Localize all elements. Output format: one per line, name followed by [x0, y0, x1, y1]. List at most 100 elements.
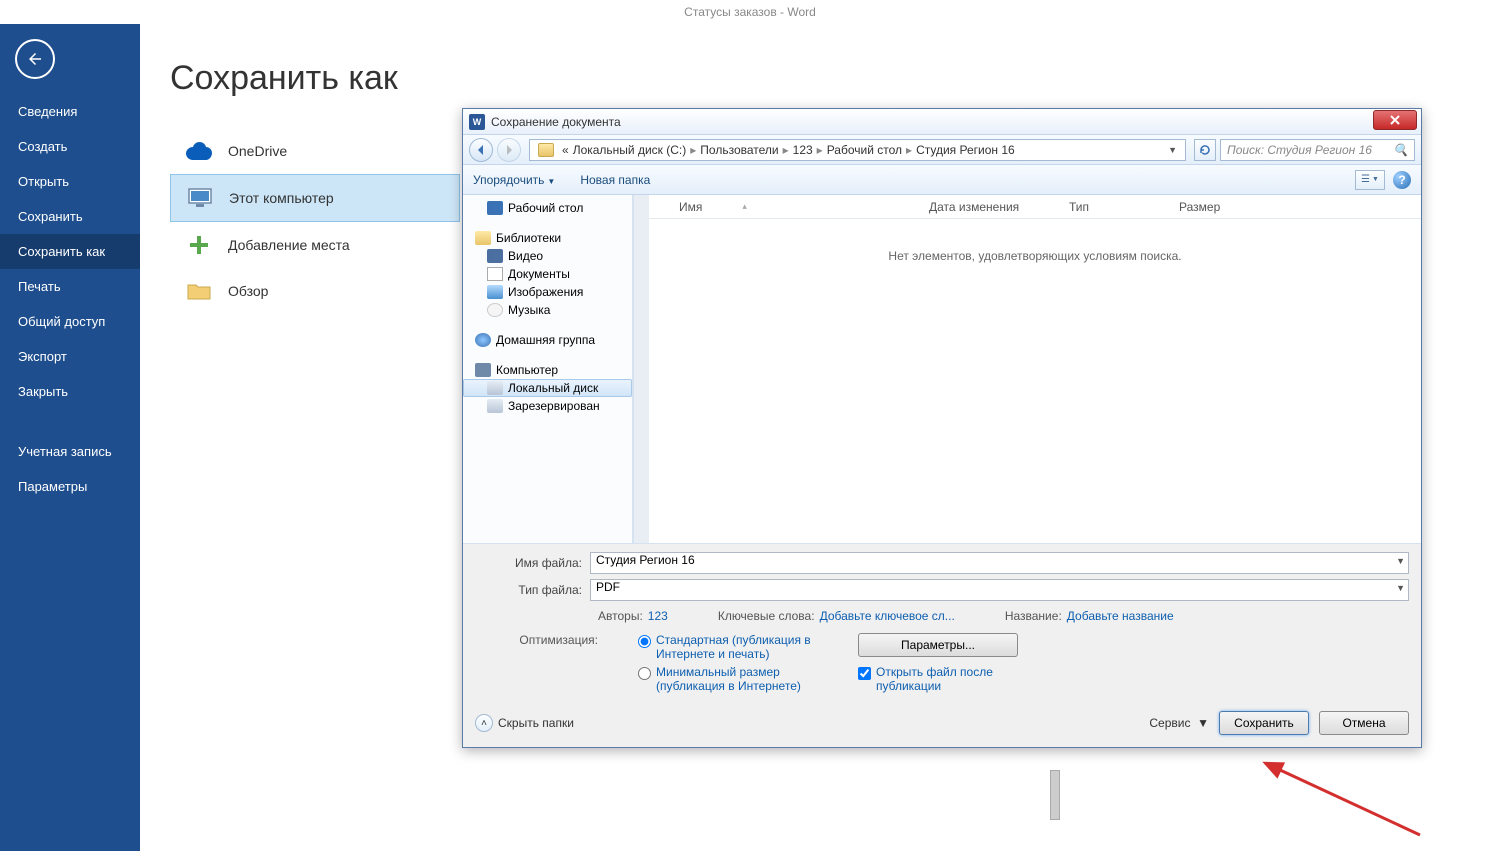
sidebar-item-print[interactable]: Печать — [0, 269, 140, 304]
sidebar-item-export[interactable]: Экспорт — [0, 339, 140, 374]
search-icon: 🔍 — [1393, 143, 1408, 157]
tree-item-local-disk[interactable]: Локальный диск — [463, 379, 632, 397]
save-button[interactable]: Сохранить — [1219, 711, 1309, 735]
breadcrumb-part[interactable]: Студия Регион 16 — [916, 143, 1015, 157]
tree-item-video[interactable]: Видео — [463, 247, 632, 265]
word-icon: W — [469, 114, 485, 130]
page-title: Сохранить как — [170, 59, 1500, 98]
breadcrumb-part[interactable]: Пользователи — [700, 143, 778, 157]
place-label: Этот компьютер — [229, 190, 334, 206]
cloud-icon — [185, 140, 213, 162]
arrow-right-icon — [503, 144, 515, 156]
breadcrumb-part[interactable]: Локальный диск (C:) — [573, 143, 687, 157]
sidebar-item-info[interactable]: Сведения — [0, 94, 140, 129]
document-icon — [487, 267, 503, 281]
file-list: Имя▴ Дата изменения Тип Размер Нет элеме… — [649, 195, 1421, 543]
close-button[interactable] — [1373, 110, 1417, 130]
keywords-label: Ключевые слова: — [718, 609, 815, 623]
tree-scrollbar[interactable] — [633, 195, 649, 543]
chevron-down-icon: ▼ — [1396, 583, 1405, 593]
nav-back-button[interactable] — [469, 138, 493, 162]
optimization-label: Оптимизация: — [505, 633, 598, 693]
refresh-button[interactable] — [1194, 139, 1216, 161]
breadcrumb-part[interactable]: 123 — [793, 143, 813, 157]
close-icon — [1389, 115, 1401, 125]
breadcrumb-part[interactable]: Рабочий стол — [827, 143, 902, 157]
keywords-value[interactable]: Добавьте ключевое сл... — [820, 609, 955, 623]
filename-input[interactable]: Студия Регион 16▼ — [590, 552, 1409, 574]
help-button[interactable]: ? — [1393, 171, 1411, 189]
authors-value[interactable]: 123 — [648, 609, 668, 623]
sidebar-item-save-as[interactable]: Сохранить как — [0, 234, 140, 269]
homegroup-icon — [475, 333, 491, 347]
disk-icon — [487, 381, 503, 395]
video-icon — [487, 249, 503, 263]
breadcrumb[interactable]: « Локальный диск (C:)▸ Пользователи▸ 123… — [529, 139, 1186, 161]
nav-forward-button[interactable] — [497, 138, 521, 162]
chevron-up-icon: ˄ — [475, 714, 493, 732]
tree-item-documents[interactable]: Документы — [463, 265, 632, 283]
tree-item-libraries[interactable]: Библиотеки — [463, 229, 632, 247]
tree-item-homegroup[interactable]: Домашняя группа — [463, 331, 632, 349]
column-headers[interactable]: Имя▴ Дата изменения Тип Размер — [649, 195, 1421, 219]
place-this-pc[interactable]: Этот компьютер — [170, 174, 460, 222]
authors-label: Авторы: — [598, 609, 643, 623]
sidebar-item-options[interactable]: Параметры — [0, 469, 140, 504]
plus-icon — [185, 234, 213, 256]
opt-min-radio[interactable]: Минимальный размер (публикация в Интерне… — [638, 665, 818, 693]
computer-icon — [475, 363, 491, 377]
sidebar-item-close[interactable]: Закрыть — [0, 374, 140, 409]
empty-message: Нет элементов, удовлетворяющих условиям … — [649, 249, 1421, 263]
tree-item-computer[interactable]: Компьютер — [463, 361, 632, 379]
arrow-left-icon — [475, 144, 487, 156]
opt-standard-radio[interactable]: Стандартная (публикация в Интернете и пе… — [638, 633, 818, 661]
sidebar-item-account[interactable]: Учетная запись — [0, 434, 140, 469]
filetype-label: Тип файла: — [475, 583, 590, 597]
image-icon — [487, 285, 503, 299]
service-dropdown[interactable]: Сервис ▼ — [1149, 716, 1209, 730]
dialog-title: Сохранение документа — [491, 115, 621, 129]
dialog-toolbar: Упорядочить▼ Новая папка ☰ ▼ ? — [463, 165, 1421, 195]
computer-icon — [186, 187, 214, 209]
dialog-bottom: Имя файла: Студия Регион 16▼ Тип файла: … — [463, 543, 1421, 747]
tree-item-reserved[interactable]: Зарезервирован — [463, 397, 632, 415]
refresh-icon — [1199, 144, 1211, 156]
place-browse[interactable]: Обзор — [170, 268, 460, 314]
dialog-titlebar[interactable]: W Сохранение документа — [463, 109, 1421, 135]
search-input[interactable]: Поиск: Студия Регион 16 🔍 — [1220, 139, 1415, 161]
sidebar-item-new[interactable]: Создать — [0, 129, 140, 164]
tree-item-desktop[interactable]: Рабочий стол — [463, 199, 632, 217]
back-button[interactable] — [15, 39, 55, 79]
sidebar-item-share[interactable]: Общий доступ — [0, 304, 140, 339]
tree-item-music[interactable]: Музыка — [463, 301, 632, 319]
disk-icon — [487, 399, 503, 413]
folder-icon — [538, 143, 554, 157]
title-label: Название: — [1005, 609, 1062, 623]
tree-item-images[interactable]: Изображения — [463, 283, 632, 301]
chevron-down-icon: ▼ — [1396, 556, 1405, 566]
open-after-checkbox[interactable]: Открыть файл после публикации — [858, 665, 1058, 693]
view-button[interactable]: ☰ ▼ — [1355, 170, 1385, 190]
document-scrollbar[interactable] — [1050, 770, 1060, 820]
title-value[interactable]: Добавьте название — [1067, 609, 1174, 623]
new-folder-button[interactable]: Новая папка — [580, 173, 650, 187]
cancel-button[interactable]: Отмена — [1319, 711, 1409, 735]
backstage-sidebar: Сведения Создать Открыть Сохранить Сохра… — [0, 24, 140, 851]
dialog-nav: « Локальный диск (C:)▸ Пользователи▸ 123… — [463, 135, 1421, 165]
filetype-select[interactable]: PDF▼ — [590, 579, 1409, 601]
parameters-button[interactable]: Параметры... — [858, 633, 1018, 657]
place-label: Добавление места — [228, 237, 350, 253]
filename-label: Имя файла: — [475, 556, 590, 570]
desktop-icon — [487, 201, 503, 215]
folder-tree[interactable]: Рабочий стол Библиотеки Видео Документы … — [463, 195, 633, 543]
place-onedrive[interactable]: OneDrive — [170, 128, 460, 174]
sidebar-item-open[interactable]: Открыть — [0, 164, 140, 199]
app-titlebar: Статусы заказов - Word — [0, 0, 1500, 24]
place-add-place[interactable]: Добавление места — [170, 222, 460, 268]
hide-folders-button[interactable]: ˄ Скрыть папки — [475, 714, 574, 732]
folder-icon — [185, 280, 213, 302]
organize-button[interactable]: Упорядочить▼ — [473, 173, 555, 187]
library-icon — [475, 231, 491, 245]
arrow-left-icon — [26, 50, 44, 68]
sidebar-item-save[interactable]: Сохранить — [0, 199, 140, 234]
